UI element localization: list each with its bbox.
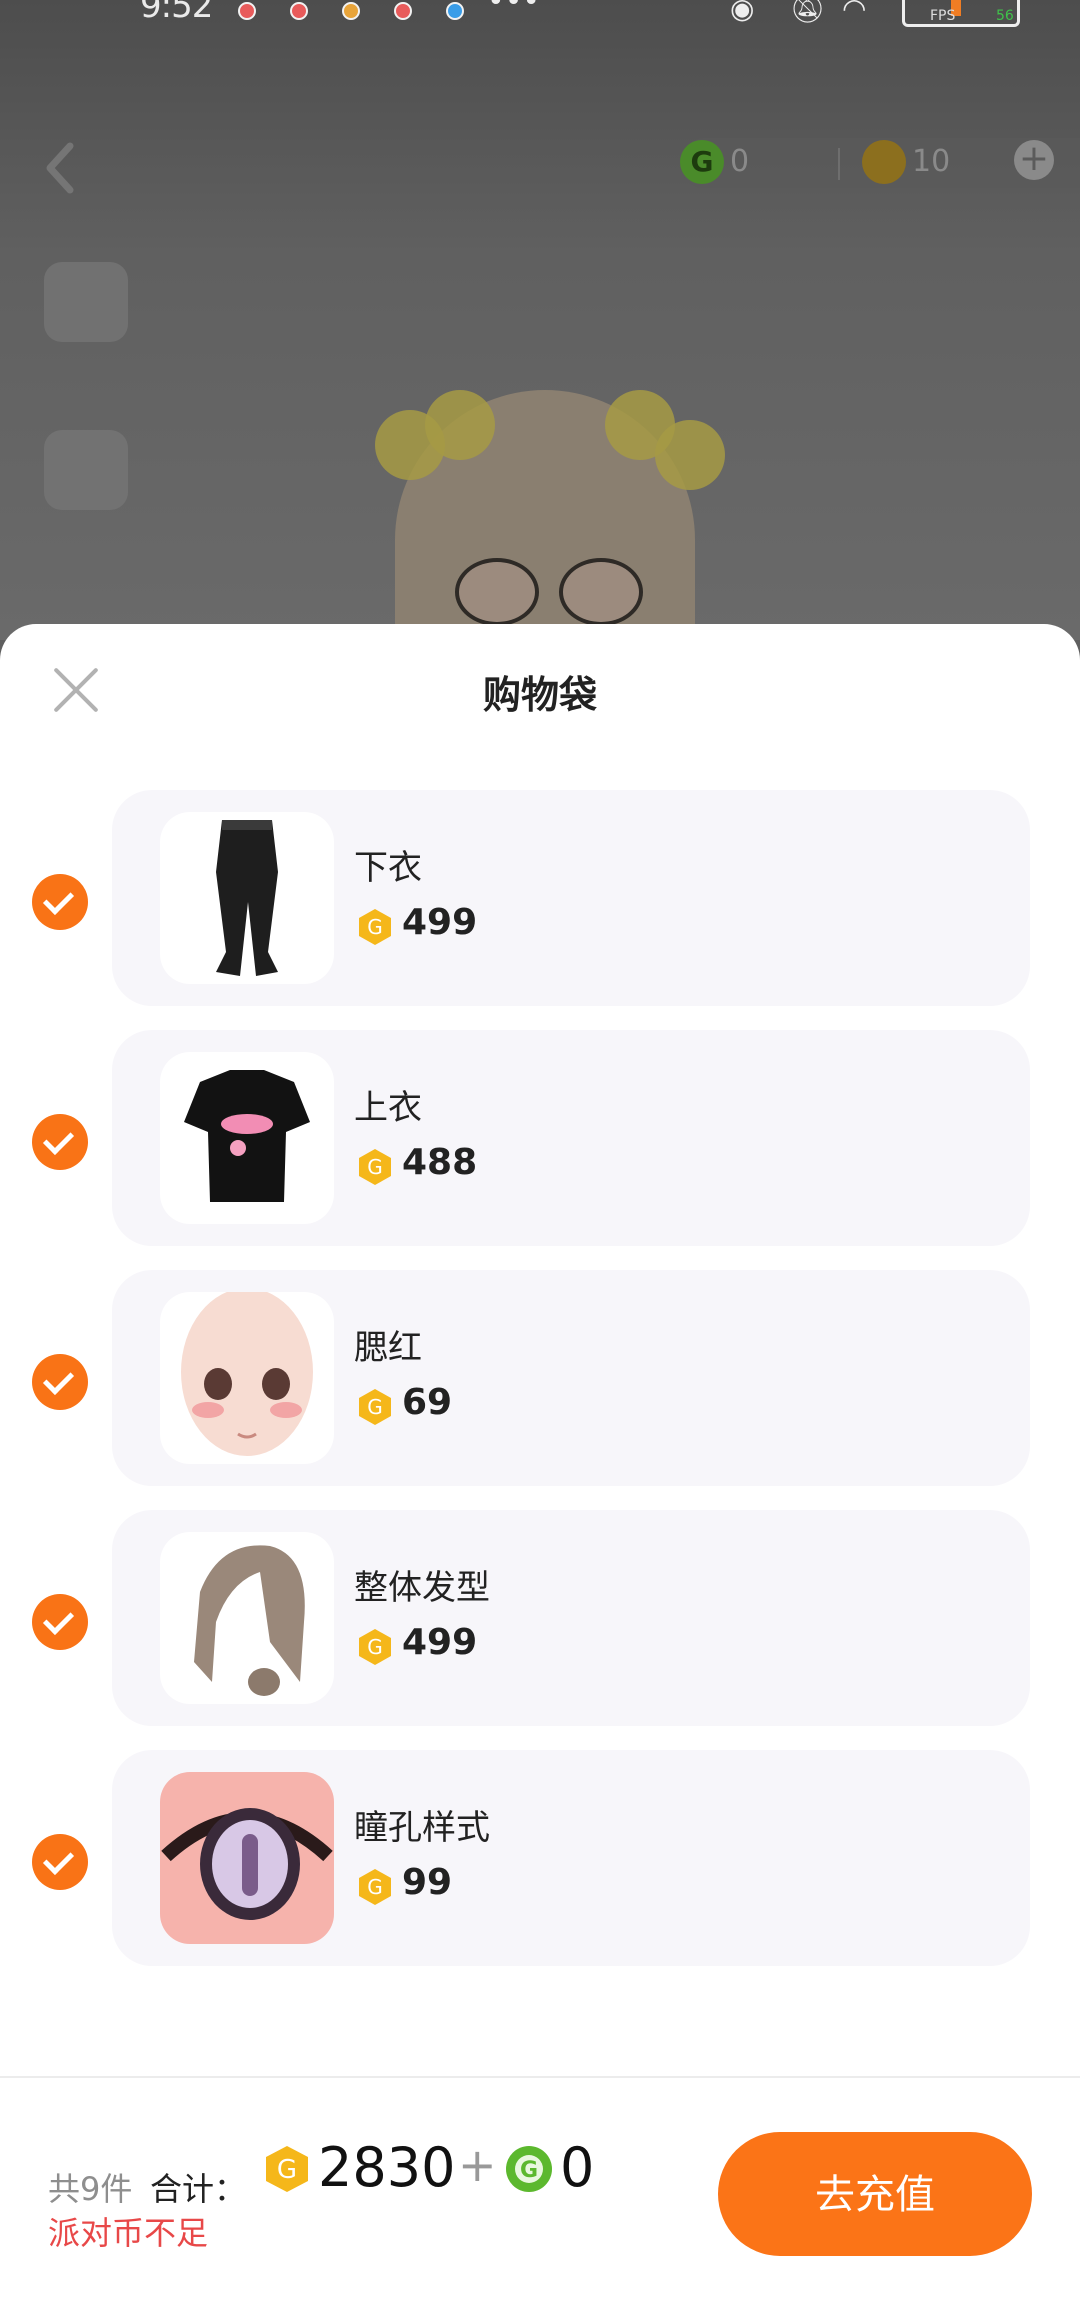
g-coin-balance: 0: [730, 144, 750, 179]
g-coin-icon: G: [506, 2146, 552, 2192]
cart-item-card[interactable]: 下衣 G 499: [112, 790, 1030, 1006]
cart-item-card[interactable]: 整体发型 G 499: [112, 1510, 1030, 1726]
item-price: 488: [402, 1142, 478, 1183]
notification-icon: [238, 2, 256, 20]
checkout-footer: 共9件 合计： G 2830 + G 0 派对币不足 去充值: [0, 2078, 1080, 2310]
wifi-icon: ◠: [842, 0, 867, 25]
gift-icon: [44, 430, 128, 510]
blush-face-thumbnail: [160, 1292, 334, 1464]
hairstyle-thumbnail: [160, 1532, 334, 1704]
cart-item: 瞳孔样式 G 99: [0, 1750, 1080, 1990]
g-coin-icon: G: [680, 140, 724, 184]
avatar-preview: [375, 350, 725, 690]
add-currency-icon[interactable]: +: [1014, 140, 1054, 180]
item-price: 99: [402, 1862, 453, 1903]
cart-item-card[interactable]: 腮红 G 69: [112, 1270, 1030, 1486]
item-count: 共9件: [48, 2170, 133, 2208]
avatar-scene-backdrop: 9:52 ••• ◉ 🔕︎ ◠ FPS 56 G 0 10 +: [0, 0, 1080, 690]
item-checkbox[interactable]: [32, 1114, 88, 1170]
item-checkbox[interactable]: [32, 1594, 88, 1650]
svg-text:G: G: [520, 2158, 538, 2183]
eye-icon: ◉: [730, 0, 755, 25]
cart-item-card[interactable]: 瞳孔样式 G 99: [112, 1750, 1030, 1966]
status-bar: 9:52 ••• ◉ 🔕︎ ◠ FPS 56: [0, 0, 1080, 40]
fps-label: FPS: [930, 8, 956, 24]
svg-text:G: G: [367, 1155, 383, 1179]
cart-item: 腮红 G 69: [0, 1270, 1080, 1510]
sheet-title: 购物袋: [482, 673, 597, 717]
avatar-glasses: [435, 558, 655, 626]
total-g-coins: 0: [560, 2136, 595, 2199]
back-arrow-icon[interactable]: [38, 138, 84, 198]
item-checkbox[interactable]: [32, 1834, 88, 1890]
pupil-style-thumbnail: [160, 1772, 334, 1944]
party-coin-icon: G: [359, 1389, 391, 1425]
item-price: 499: [402, 902, 478, 943]
notification-icon: [394, 2, 412, 20]
notification-icon: [446, 2, 464, 20]
plus-sign: +: [458, 2138, 497, 2192]
mute-icon: 🔕︎: [790, 0, 826, 25]
total-label: 合计：: [150, 2170, 247, 2208]
tshirt-thumbnail: [160, 1052, 334, 1224]
flower-crown: [375, 370, 725, 490]
cart-item-card[interactable]: 上衣 G 488: [112, 1030, 1030, 1246]
insufficient-coins-warning: 派对币不足: [48, 2214, 209, 2252]
more-notifications-icon: •••: [487, 0, 541, 19]
item-name: 下衣: [354, 848, 422, 888]
item-checkbox[interactable]: [32, 874, 88, 930]
fps-value: 56: [996, 8, 1014, 24]
svg-text:G: G: [367, 915, 383, 939]
party-coin-icon: [862, 140, 906, 184]
item-price: 69: [402, 1382, 453, 1423]
shopping-bag-sheet: 购物袋 下衣 G 499 上衣 G 488 腮红 G 69 整体发型 G 499…: [0, 624, 1080, 2310]
item-checkbox[interactable]: [32, 1354, 88, 1410]
notification-icon: [342, 2, 360, 20]
item-name: 腮红: [354, 1328, 422, 1368]
svg-text:G: G: [367, 1395, 383, 1419]
svg-text:G: G: [367, 1875, 383, 1899]
item-price: 499: [402, 1622, 478, 1663]
item-name: 上衣: [354, 1088, 422, 1128]
pants-thumbnail: [160, 812, 334, 984]
cart-item-list: 下衣 G 499 上衣 G 488 腮红 G 69 整体发型 G 499 瞳孔样…: [0, 790, 1080, 1990]
party-coin-icon: G: [359, 1869, 391, 1905]
side-menu-button[interactable]: [40, 430, 132, 550]
party-coin-icon: G: [359, 1149, 391, 1185]
party-coin-balance: 10: [912, 144, 951, 179]
cart-item: 整体发型 G 499: [0, 1510, 1080, 1750]
cart-item: 上衣 G 488: [0, 1030, 1080, 1270]
svg-text:G: G: [277, 2155, 297, 2185]
side-menu-button[interactable]: [40, 262, 132, 382]
cart-item: 下衣 G 499: [0, 790, 1080, 1030]
party-coin-icon: G: [266, 2146, 308, 2192]
svg-text:G: G: [367, 1635, 383, 1659]
item-name: 瞳孔样式: [354, 1808, 490, 1848]
recharge-button[interactable]: 去充值: [718, 2132, 1032, 2256]
notification-icon: [290, 2, 308, 20]
outfit-icon: [44, 262, 128, 342]
party-coin-icon: G: [359, 1629, 391, 1665]
status-time: 9:52: [140, 0, 213, 26]
item-name: 整体发型: [354, 1568, 490, 1608]
currency-divider: [838, 148, 840, 180]
total-party-coins: 2830: [318, 2136, 456, 2199]
party-coin-icon: G: [359, 909, 391, 945]
